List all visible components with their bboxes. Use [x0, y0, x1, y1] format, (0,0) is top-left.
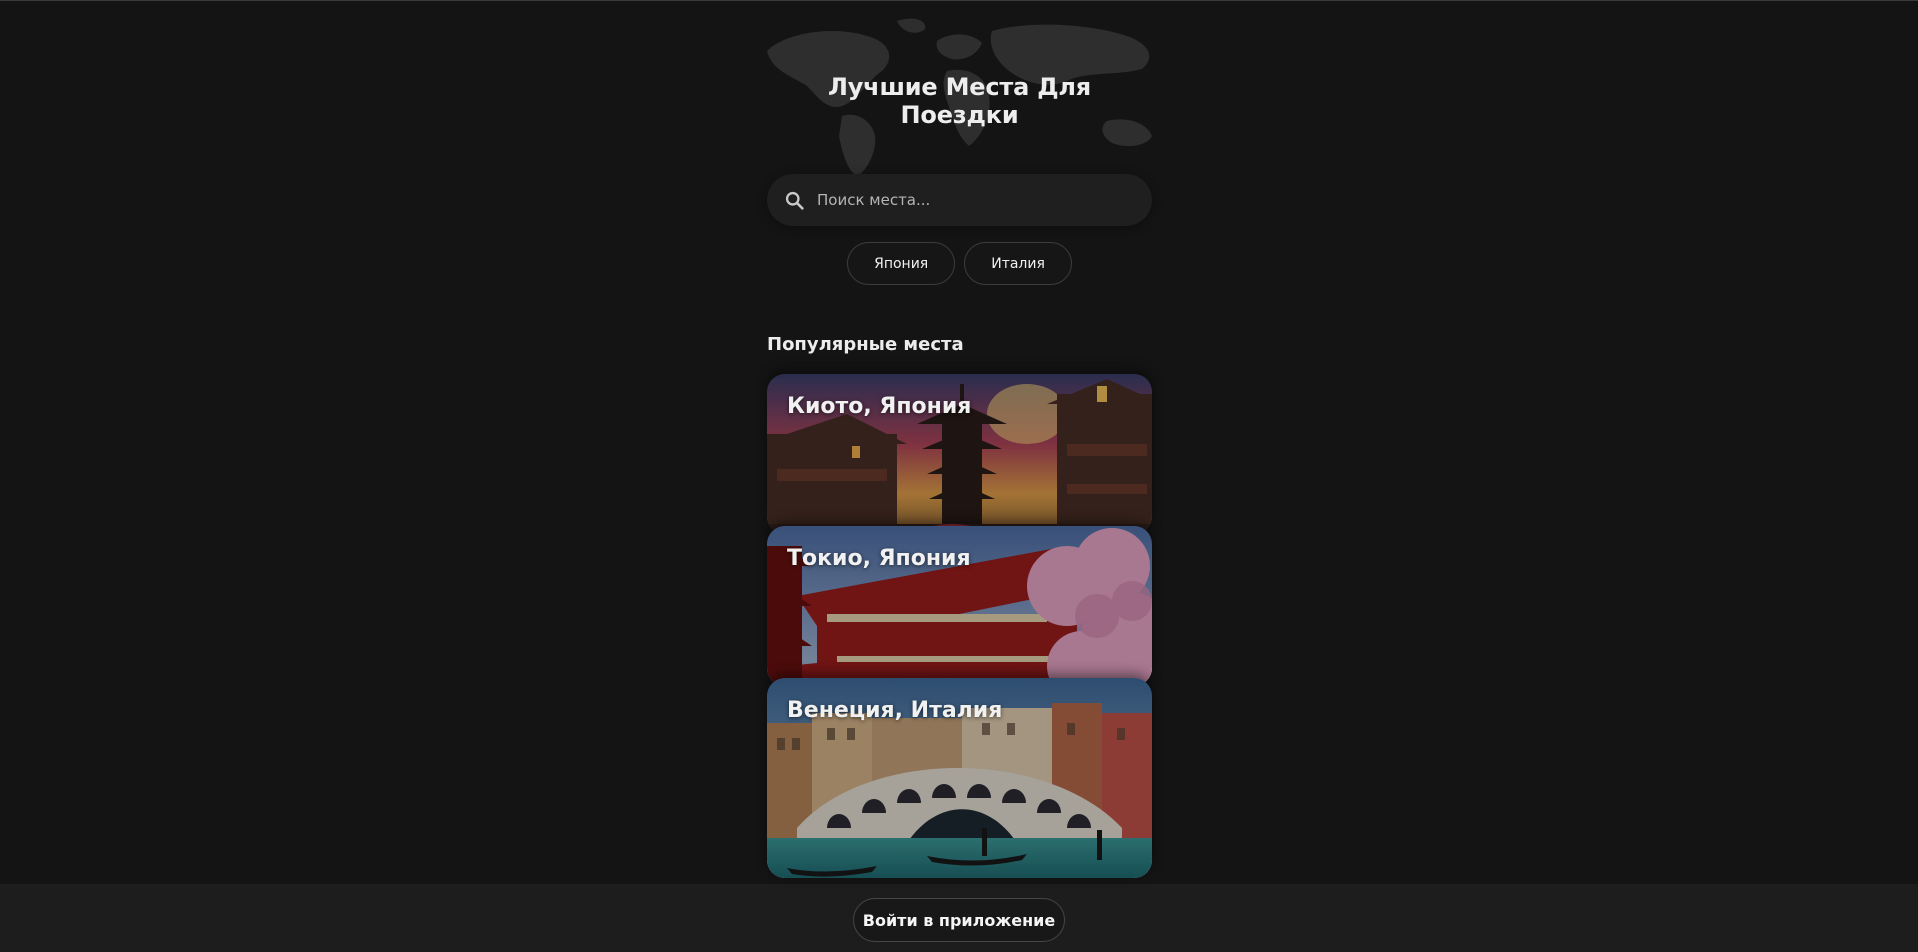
bottom-bar: Войти в приложение	[0, 884, 1918, 952]
filter-chip-japan[interactable]: Япония	[847, 242, 956, 285]
popular-section-title: Популярные места	[767, 334, 964, 355]
place-card-title: Венеция, Италия	[787, 698, 1003, 723]
place-card-kyoto[interactable]: Киото, Япония	[767, 374, 1152, 534]
place-card-title: Киото, Япония	[787, 394, 972, 419]
filter-chip-italy[interactable]: Италия	[964, 242, 1072, 285]
search-bar[interactable]	[767, 174, 1152, 226]
filter-chips: Япония Италия	[767, 242, 1152, 285]
search-icon	[785, 191, 804, 210]
app-page: Лучшие Места Для Поездки Япония Италия П…	[0, 1, 1918, 952]
place-card-title: Токио, Япония	[787, 546, 971, 571]
page-title: Лучшие Места Для Поездки	[827, 73, 1091, 129]
place-card-tokyo[interactable]: Токио, Япония	[767, 526, 1152, 686]
place-card-venice[interactable]: Венеция, Италия	[767, 678, 1152, 878]
search-input[interactable]	[817, 191, 1117, 209]
login-button[interactable]: Войти в приложение	[853, 898, 1065, 942]
main-column: Лучшие Места Для Поездки Япония Италия П…	[767, 1, 1152, 884]
